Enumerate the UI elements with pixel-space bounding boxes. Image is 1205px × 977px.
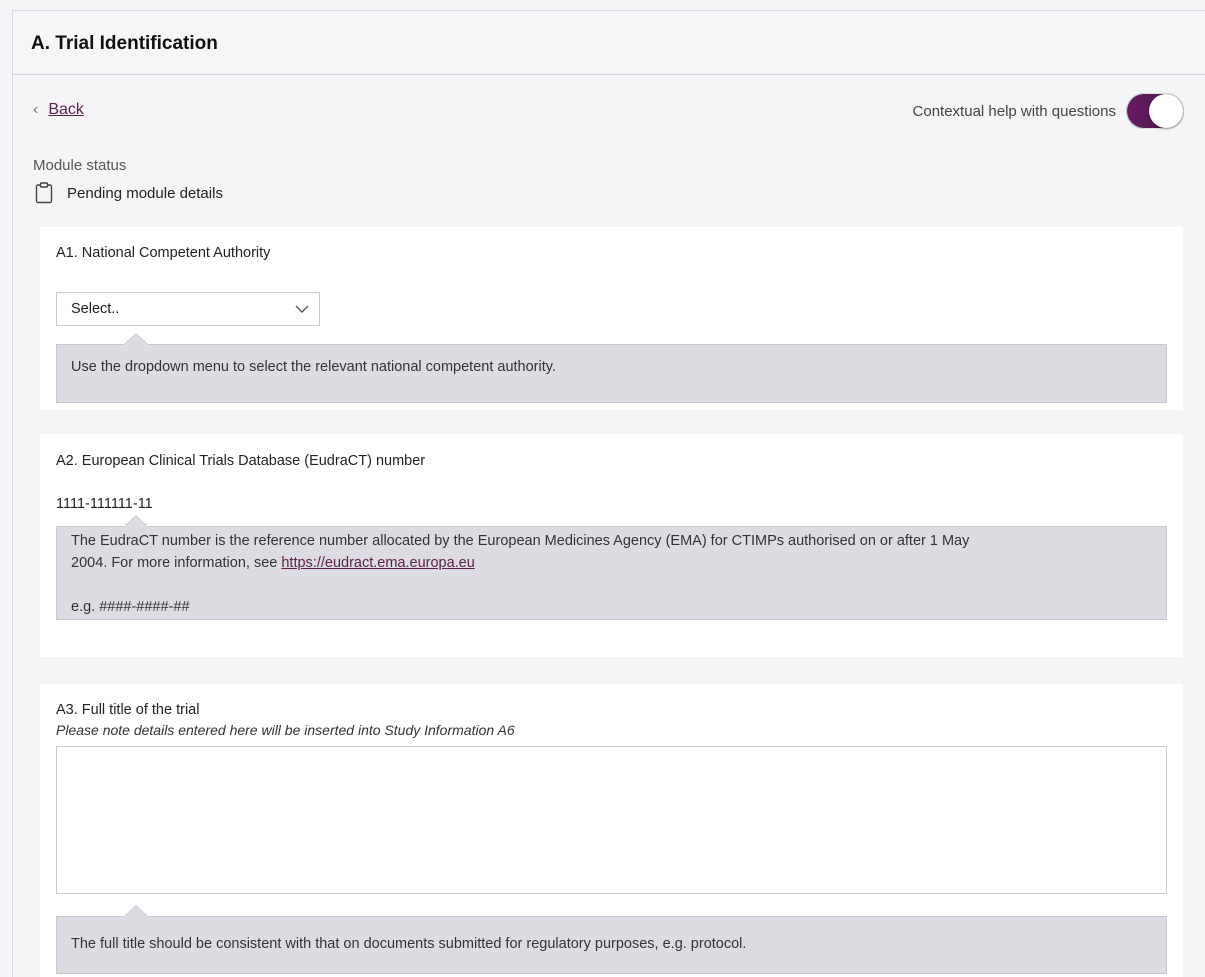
national-competent-authority-select[interactable]: Select.. <box>56 292 320 326</box>
full-title-textarea[interactable] <box>56 746 1167 894</box>
page-title: A. Trial Identification <box>31 33 218 54</box>
help-text-a3: The full title should be consistent with… <box>71 936 747 952</box>
question-card-a2: A2. European Clinical Trials Database (E… <box>40 434 1183 657</box>
question-card-a1: A1. National Competent Authority Select.… <box>40 227 1183 410</box>
back-link-label[interactable]: Back <box>48 101 84 119</box>
chevron-down-icon <box>295 305 309 313</box>
back-link[interactable]: ‹ Back <box>33 101 84 119</box>
contextual-help-label: Contextual help with questions <box>912 102 1116 120</box>
question-note-a3: Please note details entered here will be… <box>56 722 515 738</box>
help-text-a2-example: e.g. ####-####-## <box>71 599 190 615</box>
page-header: A. Trial Identification <box>13 11 1205 75</box>
help-box-a3: The full title should be consistent with… <box>56 905 1167 974</box>
question-label-a1: A1. National Competent Authority <box>56 245 271 261</box>
question-card-a3: A3. Full title of the trial Please note … <box>40 684 1183 977</box>
eudract-link[interactable]: https://eudract.ema.europa.eu <box>281 555 474 571</box>
module-status-value: Pending module details <box>35 182 223 204</box>
question-label-a3: A3. Full title of the trial <box>56 702 200 718</box>
chevron-left-icon: ‹ <box>33 101 39 118</box>
help-text-a2-line1: The EudraCT number is the reference numb… <box>71 533 970 549</box>
eudract-number-value: 1111-111111-11 <box>56 496 153 512</box>
help-box-a2: The EudraCT number is the reference numb… <box>56 515 1167 620</box>
help-text-a1: Use the dropdown menu to select the rele… <box>71 359 556 375</box>
contextual-help-toggle[interactable] <box>1126 93 1184 129</box>
contextual-help-control: Contextual help with questions <box>913 93 1184 129</box>
help-text-a2-line2: 2004. For more information, see https://… <box>71 552 1152 574</box>
module-status-text: Pending module details <box>67 184 223 202</box>
clipboard-icon <box>35 182 53 204</box>
help-text-a2-prefix: 2004. For more information, see <box>71 555 282 571</box>
help-box-a1: Use the dropdown menu to select the rele… <box>56 333 1167 403</box>
question-label-a2: A2. European Clinical Trials Database (E… <box>56 453 426 469</box>
page-frame: A. Trial Identification ‹ Back Contextua… <box>12 10 1205 977</box>
module-status-label: Module status <box>33 157 127 174</box>
select-value: Select.. <box>71 301 120 317</box>
toggle-knob <box>1149 94 1183 128</box>
